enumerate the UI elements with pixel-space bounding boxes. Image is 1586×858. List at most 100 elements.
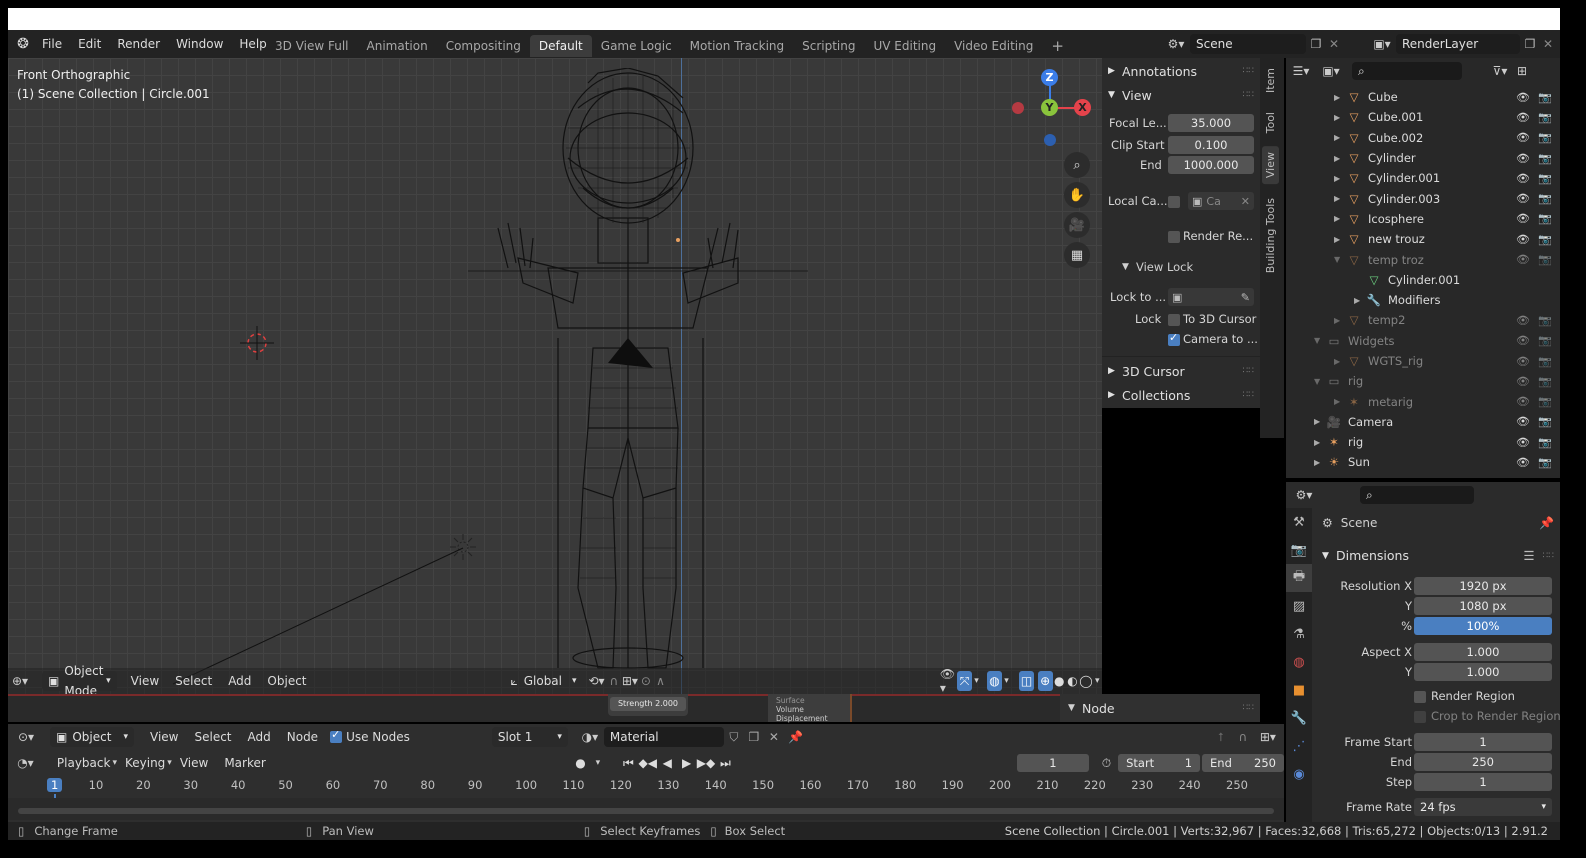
material-name-field[interactable]: Material <box>603 727 724 747</box>
menu-window[interactable]: Window <box>168 30 231 58</box>
outliner-row[interactable]: ▶ ▽ Cylinder 👁 📷 <box>1286 148 1560 168</box>
expand-arrow-icon[interactable]: ▶ <box>1334 316 1344 325</box>
overlay-dropdown-icon[interactable]: ▾ <box>1002 676 1011 686</box>
output-tab-icon[interactable]: 🖶 <box>1286 564 1312 592</box>
3d-viewport[interactable]: Front Orthographic (1) Scene Collection … <box>8 58 1102 694</box>
visibility-eye-icon[interactable]: 👁 <box>1516 375 1530 388</box>
outliner-row[interactable]: ▶ ▽ Cube 👁 📷 <box>1286 87 1560 107</box>
node-editor-type-icon[interactable]: ⊙▾ <box>8 730 44 744</box>
tab-video-editing[interactable]: Video Editing <box>945 35 1042 57</box>
modifier-tab-icon[interactable]: 🔧 <box>1286 704 1312 732</box>
outliner-row[interactable]: ▶ 🔧 Modifiers <box>1286 290 1560 310</box>
snap-mode-icon[interactable]: ⊞▾ <box>1254 730 1282 744</box>
vp-menu-view[interactable]: View <box>123 667 167 694</box>
node-menu-view[interactable]: View <box>142 723 186 751</box>
sidebar-tab-item[interactable]: Item <box>1262 62 1279 99</box>
tab-scripting[interactable]: Scripting <box>793 35 864 57</box>
3d-cursor-panel-header[interactable]: ▶ 3D Cursor ∷∷ <box>1108 362 1254 380</box>
expand-arrow-icon[interactable]: ▼ <box>1314 377 1324 386</box>
pin-icon[interactable]: 📌 <box>1539 516 1554 530</box>
timeline-menu-playback[interactable]: Playback <box>49 749 119 777</box>
expand-arrow-icon[interactable]: ▼ <box>1314 336 1324 345</box>
render-camera-icon[interactable]: 📷 <box>1538 334 1552 347</box>
snap-icon[interactable]: ∩ <box>1232 730 1254 744</box>
snap-icon[interactable]: ∩ <box>607 674 622 688</box>
play-icon[interactable]: ▶ <box>677 756 696 770</box>
visibility-eye-icon[interactable]: 👁 <box>1516 456 1530 469</box>
tool-tab-icon[interactable]: ⚒ <box>1286 508 1312 536</box>
outliner-row[interactable]: ▶ ▽ new trouz 👁 📷 <box>1286 229 1560 249</box>
display-mode-icon[interactable]: ☰▾ <box>1286 64 1316 78</box>
gizmo-toggle-icon[interactable]: ⤧ <box>957 671 972 691</box>
3d-cursor-icon[interactable] <box>240 326 274 360</box>
filter-icon[interactable]: ⊽▾ <box>1488 64 1512 78</box>
frame-start-field[interactable]: 1 <box>1414 733 1552 751</box>
tab-uv-editing[interactable]: UV Editing <box>865 35 946 57</box>
aspect-y-field[interactable]: 1.000 <box>1414 663 1552 681</box>
visibility-eye-icon[interactable]: 👁 <box>1516 415 1530 428</box>
outliner-row[interactable]: ▶ 🎥 Camera 👁 📷 <box>1286 412 1560 432</box>
visibility-eye-icon[interactable]: 👁 <box>1516 233 1530 246</box>
render-camera-icon[interactable]: 📷 <box>1538 375 1552 388</box>
shader-editor-area[interactable]: Strength 2.000 Surface Volume Displaceme… <box>8 694 1102 723</box>
resolution-percent-slider[interactable]: 100% <box>1414 617 1552 635</box>
sidebar-tab-view[interactable]: View <box>1262 146 1279 185</box>
outliner-row[interactable]: ▶ ✶ metarig 👁 📷 <box>1286 391 1560 411</box>
visibility-eye-icon[interactable]: 👁 <box>1516 355 1530 368</box>
local-camera-field[interactable]: ▣ Ca ✕ <box>1188 192 1254 210</box>
render-camera-icon[interactable]: 📷 <box>1538 131 1552 144</box>
clip-end-field[interactable]: 1000.000 <box>1168 156 1254 174</box>
frame-rate-dropdown[interactable]: 24 fps ▾ <box>1414 798 1552 816</box>
render-camera-icon[interactable]: 📷 <box>1538 172 1552 185</box>
render-camera-icon[interactable]: 📷 <box>1538 192 1552 205</box>
resolution-y-field[interactable]: 1080 px <box>1414 597 1552 615</box>
render-camera-icon[interactable]: 📷 <box>1538 91 1552 104</box>
end-frame-field[interactable]: End 250 <box>1202 754 1284 772</box>
expand-arrow-icon[interactable]: ▶ <box>1334 93 1344 102</box>
delete-scene-icon[interactable]: ✕ <box>1326 37 1342 51</box>
record-icon[interactable]: ● <box>570 756 591 770</box>
node-menu-select[interactable]: Select <box>186 723 239 751</box>
render-region-checkbox[interactable] <box>1414 691 1426 703</box>
properties-editor-type-icon[interactable]: ⚙▾ <box>1286 488 1322 502</box>
scene-tab-icon[interactable]: ⚗ <box>1286 620 1312 648</box>
new-scene-icon[interactable]: ❐ <box>1306 37 1326 51</box>
menu-render[interactable]: Render <box>109 30 168 58</box>
drag-handle-icon[interactable]: ∷∷ <box>1543 551 1554 561</box>
pivot-icon[interactable]: ⟲▾ <box>587 674 607 688</box>
visibility-eye-icon[interactable]: 👁 <box>1516 172 1530 185</box>
tab-default[interactable]: Default <box>529 34 592 57</box>
new-collection-icon[interactable]: ⊞ <box>1512 64 1532 78</box>
drag-handle-icon[interactable]: ∷∷ <box>1243 390 1254 400</box>
expand-arrow-icon[interactable]: ▶ <box>1334 154 1344 163</box>
fake-user-icon[interactable]: ⛉ <box>724 730 744 745</box>
visibility-eye-icon[interactable]: 👁 <box>1516 91 1530 104</box>
gizmo-y-axis[interactable]: Y <box>1041 99 1058 116</box>
node-menu-add[interactable]: Add <box>240 723 279 751</box>
duplicate-material-icon[interactable]: ❐ <box>744 730 764 744</box>
render-camera-icon[interactable]: 📷 <box>1538 415 1552 428</box>
ortho-grid-icon[interactable]: ▦ <box>1064 242 1090 268</box>
tab-game-logic[interactable]: Game Logic <box>592 35 681 57</box>
timeline-menu-marker[interactable]: Marker <box>216 749 273 777</box>
expand-arrow-icon[interactable]: ▶ <box>1334 235 1344 244</box>
outliner-row[interactable]: ▶ ▽ WGTS_rig 👁 📷 <box>1286 351 1560 371</box>
render-camera-icon[interactable]: 📷 <box>1538 212 1552 225</box>
transform-orientation-dropdown[interactable]: ⟀ Global ▾ <box>511 674 577 689</box>
sidebar-tab-tool[interactable]: Tool <box>1262 106 1279 139</box>
jump-end-icon[interactable]: ⏭ <box>716 756 735 771</box>
use-nodes-checkbox[interactable] <box>330 728 343 743</box>
expand-arrow-icon[interactable]: ▶ <box>1334 133 1344 142</box>
resolution-x-field[interactable]: 1920 px <box>1414 577 1552 595</box>
xray-toggle-icon[interactable]: ◫ <box>1019 671 1034 691</box>
scene-name-field[interactable]: Scene <box>1190 34 1306 54</box>
lock-to-3d-cursor-checkbox[interactable] <box>1168 314 1180 326</box>
clear-icon[interactable]: ✕ <box>1241 195 1250 208</box>
outliner-row[interactable]: ▼ ▽ temp troz 👁 📷 <box>1286 249 1560 269</box>
new-layer-icon[interactable]: ❐ <box>1520 37 1540 51</box>
render-layer-icon[interactable]: ▣▾ <box>1368 37 1396 51</box>
jump-start-icon[interactable]: ⏮ <box>619 756 638 771</box>
outliner-row[interactable]: ▶ ▽ Cylinder.001 👁 📷 <box>1286 168 1560 188</box>
view-layer-tab-icon[interactable]: ▨ <box>1286 592 1312 620</box>
expand-arrow-icon[interactable]: ▶ <box>1314 438 1324 447</box>
